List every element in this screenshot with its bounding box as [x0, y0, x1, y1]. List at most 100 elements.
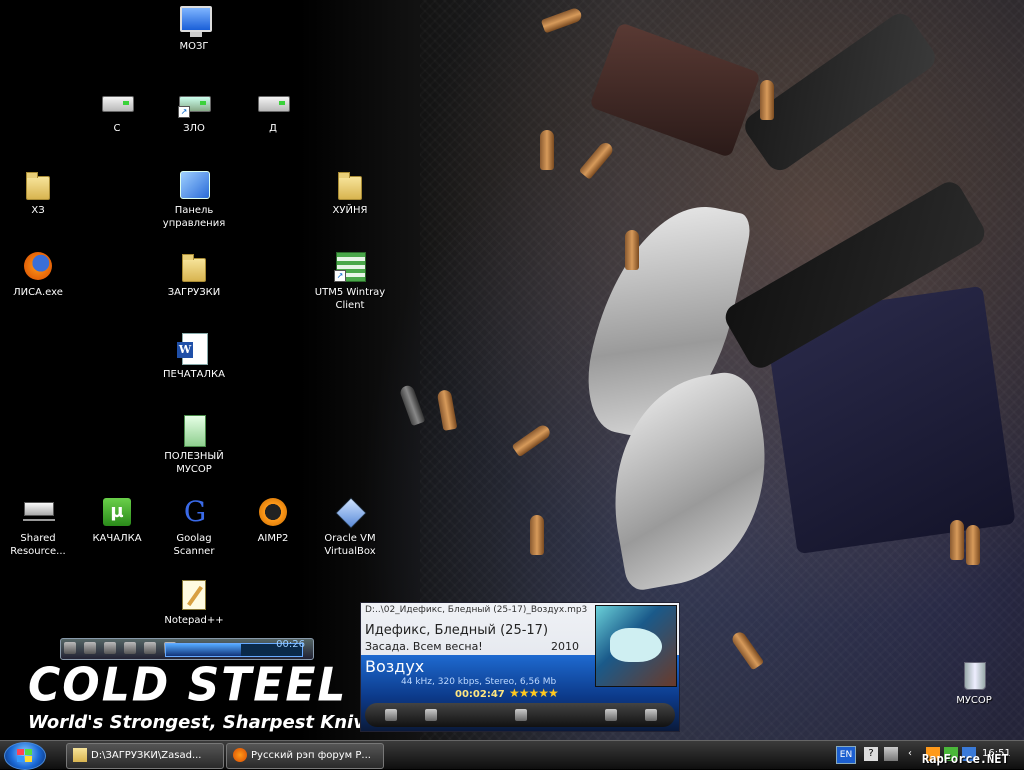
firefox-icon — [22, 250, 54, 282]
desktop-icon-virtualbox[interactable]: Oracle VM VirtualBox — [312, 496, 388, 558]
aimp-now-playing[interactable]: D:..\02_Идефикс, Бледный (25-17)_Воздух.… — [360, 602, 680, 732]
mini-time: 00:26 — [276, 639, 305, 650]
icon-label: ЗАГРУЗКИ — [167, 287, 221, 298]
next-icon[interactable] — [144, 642, 157, 654]
icon-label: ЛИСА.exe — [13, 287, 63, 298]
icon-label: ХЗ — [31, 205, 45, 216]
desktop-icon-drive-d[interactable]: Д — [235, 86, 311, 135]
taskbar-button-label: Русский рэп форум Р... — [251, 750, 371, 761]
aimp-icon — [257, 496, 289, 528]
notepad-icon — [178, 578, 210, 610]
seek-fill — [166, 644, 241, 656]
desktop-icon-mozg[interactable]: МОЗГ — [156, 4, 232, 53]
desktop-icon-downloads[interactable]: ЗАГРУЗКИ — [156, 250, 232, 299]
pause-icon[interactable] — [84, 642, 97, 654]
bullet — [760, 80, 774, 120]
track-album: Засада. Всем весна! — [365, 640, 483, 653]
prev-icon[interactable] — [124, 642, 137, 654]
goolag-icon: G — [183, 495, 207, 528]
folder-icon — [334, 168, 366, 200]
desktop-icon-control-panel[interactable]: Панель управления — [156, 168, 232, 230]
desktop-icon-huynya[interactable]: ХУЙНЯ — [312, 168, 388, 217]
elapsed-time: 00:02:47 — [455, 689, 505, 700]
taskbar-button-firefox[interactable]: Русский рэп форум Р... — [226, 743, 384, 769]
start-button[interactable] — [4, 742, 46, 770]
folder-icon — [22, 168, 54, 200]
watermark: RapForce.NET — [922, 752, 1009, 766]
chevron-left-icon[interactable]: ‹ — [908, 747, 922, 761]
desktop-icon-shared-resource[interactable]: Shared Resource... — [0, 496, 76, 558]
desktop-icon-kachalka[interactable]: µ КАЧАЛКА — [79, 496, 155, 545]
desktop-icon-notepadpp[interactable]: Notepad++ — [156, 578, 232, 627]
track-artist: Идефикс, Бледный (25-17) — [365, 623, 549, 638]
recycle-bin-icon — [958, 658, 990, 690]
icon-label: UTM5 Wintray Client — [314, 287, 386, 311]
icon-label: AIMP2 — [257, 533, 289, 544]
network-drive-icon: ↗ — [178, 86, 211, 118]
icon-label: Панель управления — [162, 205, 226, 229]
icon-label: ЗЛО — [183, 123, 205, 134]
icon-label: ХУЙНЯ — [332, 205, 368, 216]
mini-player-bar[interactable]: 00:26 — [60, 638, 314, 660]
icon-label: ПОЛЕЗНЫЙ МУСОР — [164, 451, 224, 475]
prev-icon[interactable] — [385, 709, 397, 721]
volume-icon[interactable] — [884, 747, 898, 761]
play-icon[interactable] — [425, 709, 437, 721]
drive-icon — [257, 86, 290, 118]
play-icon[interactable] — [64, 642, 76, 654]
bullet — [950, 520, 964, 560]
bullet — [540, 130, 554, 170]
desktop-icon-goolag[interactable]: G Goolag Scanner — [156, 496, 232, 558]
stop-icon[interactable] — [515, 709, 527, 721]
utorrent-icon: µ — [101, 496, 133, 528]
language-indicator[interactable]: EN — [836, 746, 856, 764]
word-icon — [177, 332, 210, 365]
track-path: D:..\02_Идефикс, Бледный (25-17)_Воздух.… — [365, 605, 588, 615]
taskbar-button-explorer[interactable]: D:\ЗАГРУЗКИ\Zasad... — [66, 743, 224, 769]
taskbar: D:\ЗАГРУЗКИ\Zasad... Русский рэп форум Р… — [0, 740, 1024, 770]
aimp-controls — [365, 703, 675, 727]
desktop-icon-hz[interactable]: ХЗ — [0, 168, 76, 217]
cold-steel-brand: COLD STEEL — [28, 658, 348, 713]
virtualbox-icon — [334, 496, 367, 529]
icon-label: КАЧАЛКА — [92, 533, 142, 544]
icon-label: МОЗГ — [179, 41, 209, 52]
rating-stars[interactable]: ★★★★★ — [509, 686, 559, 700]
windows-logo-icon — [17, 749, 33, 763]
close-icon[interactable] — [645, 709, 657, 721]
desktop-icon-firefox[interactable]: ЛИСА.exe — [0, 250, 76, 299]
icon-label: Goolag Scanner — [173, 533, 215, 557]
desktop-icon-pechatalka[interactable]: ПЕЧАТАЛКА — [156, 332, 232, 381]
icon-label: Notepad++ — [164, 615, 224, 626]
desktop-icon-zlo[interactable]: ↗ ЗЛО — [156, 86, 232, 135]
drive-icon — [101, 86, 134, 118]
desktop-icon-recycle-bin[interactable]: МУСОР — [936, 658, 1012, 707]
folder-icon — [73, 748, 87, 762]
bullet — [966, 525, 980, 565]
stop-icon[interactable] — [104, 642, 117, 654]
icon-label: МУСОР — [956, 695, 992, 706]
desktop-icon-drive-c[interactable]: С — [79, 86, 155, 135]
folder-icon — [178, 250, 210, 282]
desktop-icon-aimp2[interactable]: AIMP2 — [235, 496, 311, 545]
computer-icon — [178, 4, 212, 37]
control-panel-icon — [178, 168, 210, 200]
icon-label: Д — [269, 123, 277, 134]
album-cover — [595, 605, 677, 687]
bullet — [530, 515, 544, 555]
icon-label: С — [113, 123, 121, 134]
track-title: Воздух — [365, 657, 425, 676]
help-icon[interactable]: ? — [864, 747, 878, 761]
cold-steel-logo: COLD STEEL World's Strongest, Sharpest K… — [28, 658, 388, 733]
utm5-icon: ↗ — [334, 250, 366, 282]
icon-label: ПЕЧАТАЛКА — [163, 369, 225, 380]
taskbar-button-label: D:\ЗАГРУЗКИ\Zasad... — [91, 750, 202, 761]
document-icon — [178, 414, 210, 447]
desktop-icon-poleznyi-musor[interactable]: ПОЛЕЗНЫЙ МУСОР — [156, 414, 232, 476]
desktop-icon-utm5[interactable]: ↗ UTM5 Wintray Client — [312, 250, 388, 312]
icon-label: Oracle VM VirtualBox — [324, 533, 376, 557]
cold-steel-tagline: World's Strongest, Sharpest Knives — [28, 712, 388, 733]
firefox-icon — [233, 748, 247, 762]
icon-label: Shared Resource... — [10, 533, 66, 557]
next-icon[interactable] — [605, 709, 617, 721]
